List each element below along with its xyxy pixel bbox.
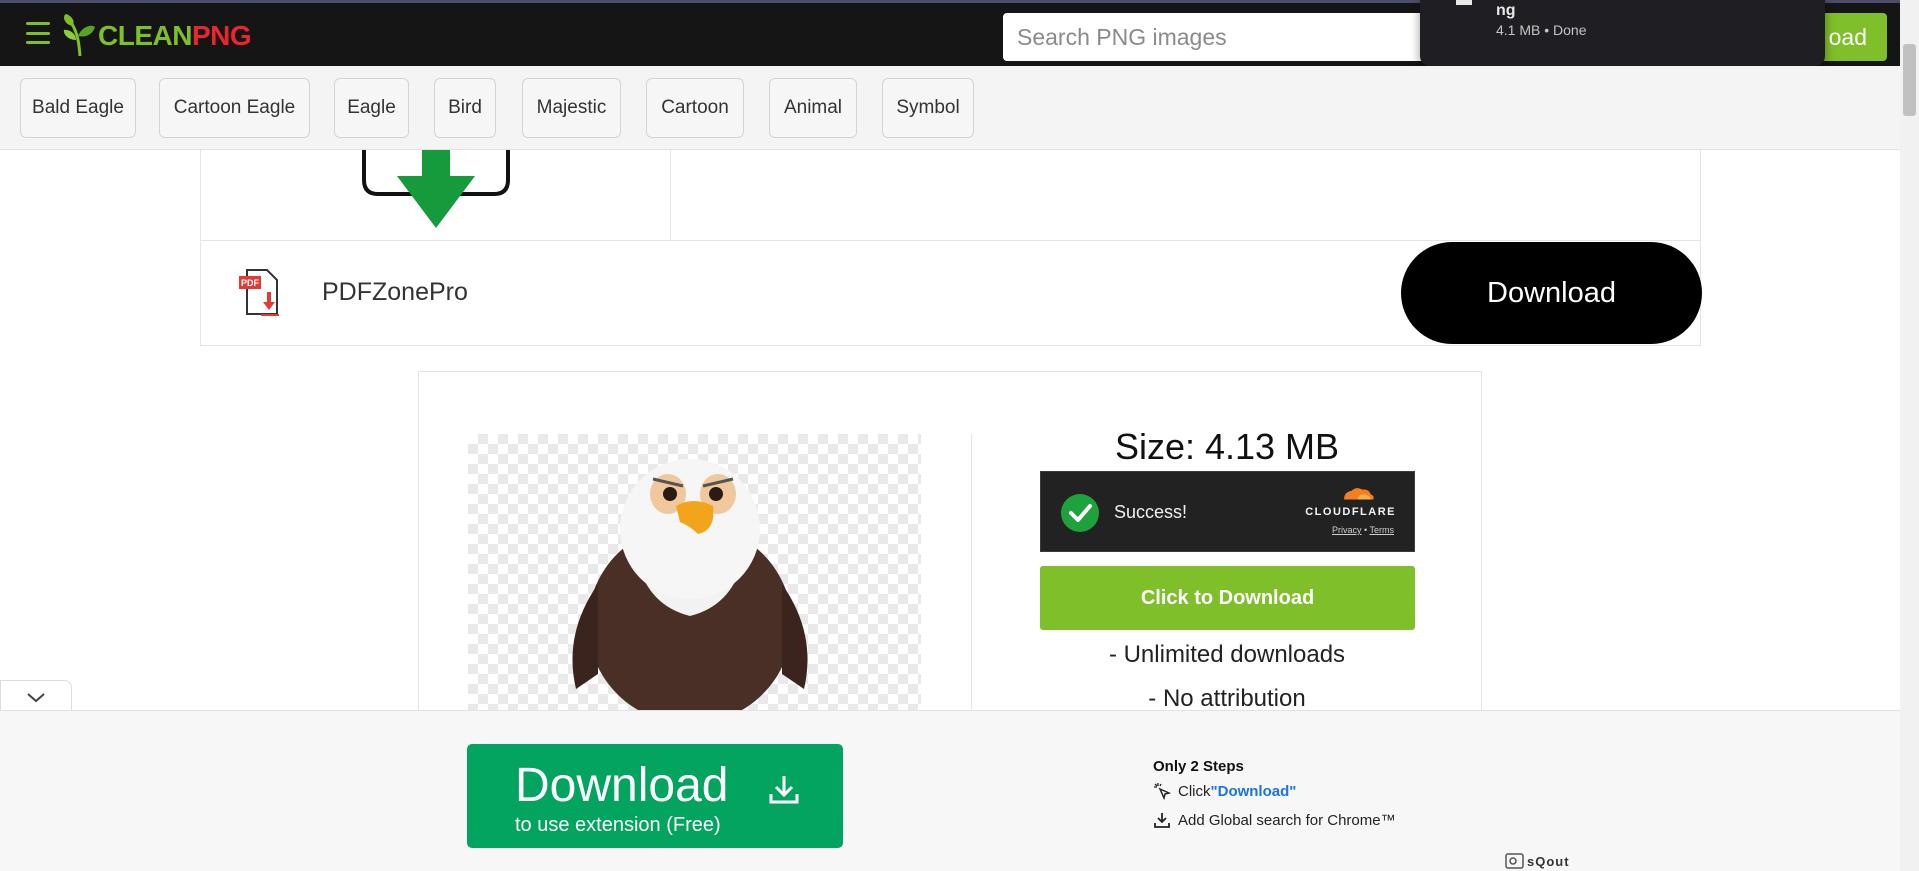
click-to-download-button[interactable]: Click to Download (1040, 566, 1415, 630)
ad-divider (201, 240, 1700, 241)
collapse-banner-toggle[interactable] (0, 680, 72, 712)
sponsor-name: sQout (1527, 853, 1570, 869)
menu-icon[interactable] (26, 22, 50, 44)
site-logo[interactable]: CLEANPNG (62, 13, 252, 59)
tag-symbol[interactable]: Symbol (882, 78, 974, 138)
terms-link[interactable]: Terms (1370, 525, 1395, 535)
click-cursor-icon (1154, 783, 1171, 800)
cloudflare-links: Privacy • Terms (1332, 525, 1394, 535)
chevron-down-icon (27, 693, 45, 703)
tag-eagle[interactable]: Eagle (334, 78, 409, 138)
png-preview-image (468, 434, 921, 730)
tag-animal[interactable]: Animal (769, 78, 857, 138)
tag-cartoon[interactable]: Cartoon (646, 78, 744, 138)
steps-title: Only 2 Steps (1153, 758, 1244, 775)
eagle-image (572, 459, 808, 730)
advertisement[interactable]: PDF PDFZonePro Download (200, 150, 1702, 346)
download-icon (769, 776, 799, 804)
header-download-label: oad (1828, 23, 1867, 50)
browser-download-popup[interactable]: ng 4.1 MB • Done (1420, 0, 1825, 66)
step-1-prefix: Click (1178, 782, 1211, 800)
step-1-highlight: "Download" (1210, 782, 1297, 800)
sponsor-logo[interactable]: sQout (1505, 853, 1570, 869)
step-2-text: Add Global search for Chrome™ (1178, 811, 1396, 829)
logo-text-clean: CLEAN (98, 20, 192, 51)
extension-button-title: Download (515, 759, 729, 812)
tag-bar: Bald Eagle Cartoon Eagle Eagle Bird Maje… (0, 66, 1900, 150)
cloudflare-cloud-icon (1344, 488, 1374, 500)
pdf-file-icon: PDF (239, 269, 279, 316)
card-divider (971, 434, 972, 730)
link-separator: • (1364, 525, 1368, 535)
download-small-icon (1154, 813, 1170, 828)
benefit-no-attribution: - No attribution (1148, 685, 1306, 712)
file-icon (1456, 0, 1472, 5)
captcha-status: Success! (1114, 502, 1188, 522)
download-file-meta: 4.1 MB • Done (1496, 22, 1587, 38)
tag-bald-eagle[interactable]: Bald Eagle (20, 78, 136, 138)
ad-brand-name: PDFZonePro (322, 278, 468, 306)
ad-divider (670, 150, 671, 240)
step-2: Add Global search for Chrome™ (1153, 811, 1396, 829)
download-card: Size: 4.13 MB Success! CLOUDFLARE Privac… (418, 371, 1482, 731)
cloudflare-captcha[interactable]: Success! CLOUDFLARE Privacy • Terms (1040, 471, 1415, 552)
page-scrollbar[interactable] (1900, 0, 1919, 871)
step-1: Click "Download" (1153, 782, 1296, 800)
benefit-unlimited: - Unlimited downloads (1108, 641, 1346, 668)
extension-button-subtitle: to use extension (Free) (515, 814, 721, 836)
download-file-name: ng (1496, 2, 1516, 19)
logo-text-png: PNG (191, 20, 252, 51)
search-placeholder: Search PNG images (1017, 23, 1227, 50)
pdf-badge-text: PDF (241, 278, 260, 288)
tag-cartoon-eagle[interactable]: Cartoon Eagle (159, 78, 310, 138)
file-size-label: Size: 4.13 MB (1114, 426, 1340, 467)
extension-download-button[interactable]: Download to use extension (Free) (467, 744, 843, 848)
extension-banner: Download to use extension (Free) Only 2 … (0, 710, 1900, 871)
success-check-icon (1061, 494, 1099, 532)
sqout-logo-icon (1505, 853, 1524, 869)
leaf-logo-icon (63, 14, 95, 57)
download-arrow-icon (362, 150, 510, 228)
tag-bird[interactable]: Bird (434, 78, 496, 138)
cloudflare-brand: CLOUDFLARE (1305, 506, 1396, 518)
tag-majestic[interactable]: Majestic (522, 78, 621, 138)
ad-download-button[interactable]: Download (1401, 242, 1702, 344)
search-input[interactable]: Search PNG images (1003, 13, 1443, 61)
privacy-link[interactable]: Privacy (1332, 525, 1362, 535)
scrollbar-thumb[interactable] (1903, 44, 1916, 116)
